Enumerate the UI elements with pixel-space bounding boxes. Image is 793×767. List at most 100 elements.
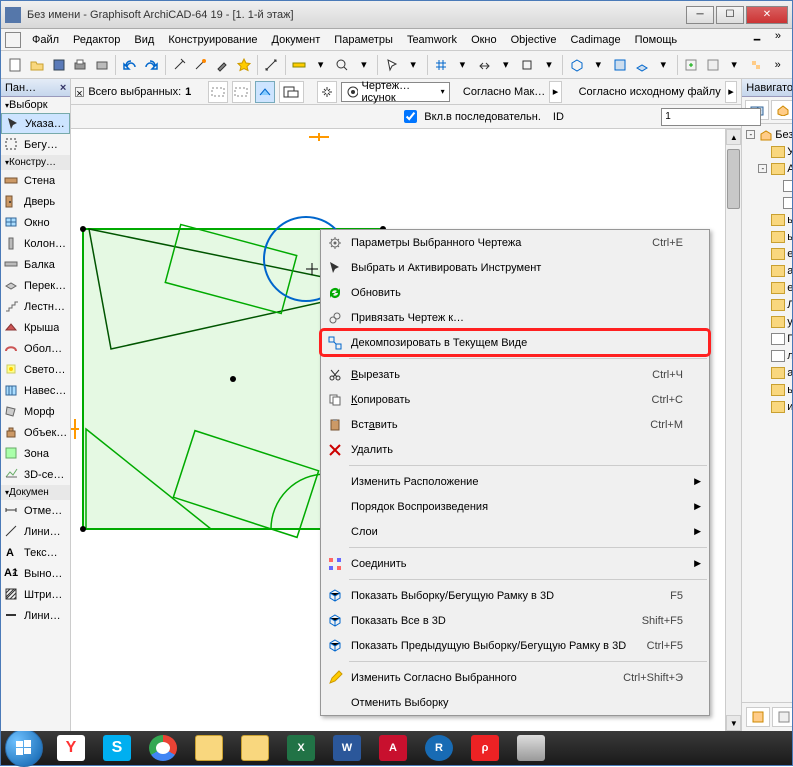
toolbox-tab[interactable]: Выборк (1, 97, 70, 113)
measure-icon[interactable] (261, 54, 282, 76)
context-item[interactable]: Параметры Выбранного ЧертежаCtrl+E (321, 230, 709, 255)
view3d2-icon[interactable]: ▾ (588, 54, 609, 76)
new-icon[interactable] (5, 54, 26, 76)
tree-item[interactable]: ументы (744, 313, 792, 330)
tree-item[interactable]: езы (744, 245, 792, 262)
menu-teamwork[interactable]: Teamwork (400, 31, 464, 49)
tree-item[interactable]: икации (744, 398, 792, 415)
inject-icon[interactable] (212, 54, 233, 76)
nav-view-icon[interactable] (771, 100, 792, 120)
pick-icon[interactable] (168, 54, 189, 76)
cursor-icon[interactable] (381, 54, 402, 76)
module2-icon[interactable]: ▾ (724, 54, 745, 76)
tool-slab[interactable]: Перек… (1, 275, 70, 296)
tree-item[interactable]: ады (744, 262, 792, 279)
tool-beam[interactable]: Балка (1, 254, 70, 275)
pen-icon[interactable] (517, 54, 538, 76)
minimize-button[interactable]: ─ (686, 6, 714, 24)
taskbar-chrome[interactable] (141, 733, 185, 763)
tree-btn2-icon[interactable] (772, 707, 792, 727)
toolbar-overflow[interactable]: » (767, 54, 788, 76)
tool-curtain[interactable]: Навес… (1, 380, 70, 401)
tree-item[interactable]: й этаж (744, 177, 792, 194)
menu-overflow[interactable]: » (768, 27, 788, 52)
menu-params[interactable]: Параметры (327, 31, 400, 49)
context-item[interactable]: Порядок Воспроизведения▶ (321, 494, 709, 519)
find2-icon[interactable]: ▾ (354, 54, 375, 76)
redo-icon[interactable] (141, 54, 162, 76)
open-icon[interactable] (27, 54, 48, 76)
tool-label[interactable]: A1Выно… (1, 563, 70, 584)
context-item[interactable]: Показать Выборку/Бегущую Рамку в 3DF5 (321, 583, 709, 608)
tool-mesh[interactable]: 3D-се… (1, 464, 70, 485)
tree-item[interactable]: й этаж (744, 194, 792, 211)
suspend-icon[interactable]: ▾ (403, 54, 424, 76)
tree-item[interactable]: ы Конструн (744, 211, 792, 228)
context-item[interactable]: Отменить Выборку (321, 690, 709, 715)
tree-item[interactable]: ации (744, 364, 792, 381)
context-item[interactable]: Показать Предыдущую Выборку/Бегущую Рамк… (321, 633, 709, 658)
tool-object[interactable]: Объек… (1, 422, 70, 443)
tool-text[interactable]: AТекс… (1, 542, 70, 563)
3dwin-icon[interactable] (631, 54, 652, 76)
taskbar-word[interactable]: W (325, 733, 369, 763)
tree-item[interactable]: Перспекти (744, 330, 792, 347)
maximize-button[interactable]: ☐ (716, 6, 744, 24)
accord-source-arrow-icon[interactable]: ▸ (725, 81, 738, 103)
context-item[interactable]: Привязать Чертеж к… (321, 305, 709, 330)
menu-document[interactable]: Документ (265, 31, 328, 49)
tree-btn1-icon[interactable] (746, 707, 770, 727)
tool-wall[interactable]: Стена (1, 170, 70, 191)
tree-item[interactable]: ы Потолко (744, 228, 792, 245)
geometry2-icon[interactable] (232, 81, 252, 103)
context-item[interactable]: Изменить Расположение▶ (321, 469, 709, 494)
geometry1-icon[interactable] (208, 81, 228, 103)
layer-icon[interactable]: ▾ (452, 54, 473, 76)
taskbar-explorer2[interactable] (233, 733, 277, 763)
plot-icon[interactable] (92, 54, 113, 76)
xref-icon[interactable] (681, 54, 702, 76)
start-button[interactable] (5, 729, 43, 767)
scale-icon[interactable] (474, 54, 495, 76)
drawing-combo[interactable]: Чертеж…исунок (341, 82, 450, 102)
menu-window[interactable]: Окно (464, 31, 504, 49)
favorite-icon[interactable] (233, 54, 254, 76)
taskbar-autocad[interactable]: A (371, 733, 415, 763)
tool-window[interactable]: Окно (1, 212, 70, 233)
tool-column[interactable]: Колон… (1, 233, 70, 254)
tool-door[interactable]: Дверь (1, 191, 70, 212)
include-seq-checkbox[interactable] (404, 110, 417, 123)
3dcut-icon[interactable]: ▾ (653, 54, 674, 76)
menu-design[interactable]: Конструирование (161, 31, 264, 49)
tool-marquee[interactable]: Бегу… (1, 134, 70, 155)
menu-help[interactable]: Помощь (628, 31, 685, 49)
doc-minimize-icon[interactable]: 🗕 (746, 27, 768, 52)
tool-line2[interactable]: Лини… (1, 605, 70, 626)
toolbox-close-icon[interactable]: × (60, 82, 66, 94)
explode-icon[interactable] (317, 81, 337, 103)
taskbar-revit[interactable]: R (417, 733, 461, 763)
context-item[interactable]: Удалить (321, 437, 709, 462)
tool-skylight[interactable]: Свето… (1, 359, 70, 380)
taskbar-archicad[interactable] (509, 733, 553, 763)
context-item[interactable]: Обновить (321, 280, 709, 305)
tree-item[interactable]: ы Проекта (744, 381, 792, 398)
pick2-icon[interactable] (190, 54, 211, 76)
mvo-icon[interactable]: ▾ (539, 54, 560, 76)
menu-edit[interactable]: Редактор (66, 31, 127, 49)
tree-item[interactable]: Участок (744, 143, 792, 160)
tool-section[interactable]: Констру… (1, 155, 70, 170)
id-input[interactable] (661, 108, 761, 126)
close-button[interactable]: ✕ (746, 6, 788, 24)
taskbar-pdf[interactable]: ρ (463, 733, 507, 763)
context-item[interactable]: Соединить▶ (321, 551, 709, 576)
taskbar-explorer[interactable] (187, 733, 231, 763)
tool-dim[interactable]: Отме… (1, 500, 70, 521)
trace-icon[interactable]: ▾ (310, 54, 331, 76)
grid-icon[interactable] (430, 54, 451, 76)
context-item[interactable]: Выбрать и Активировать Инструмент (321, 255, 709, 280)
menu-file[interactable]: Файл (25, 31, 66, 49)
scale2-icon[interactable]: ▾ (495, 54, 516, 76)
context-item[interactable]: ВырезатьCtrl+Ч (321, 362, 709, 387)
context-item[interactable]: Изменить Согласно ВыбранногоCtrl+Shift+Э (321, 665, 709, 690)
